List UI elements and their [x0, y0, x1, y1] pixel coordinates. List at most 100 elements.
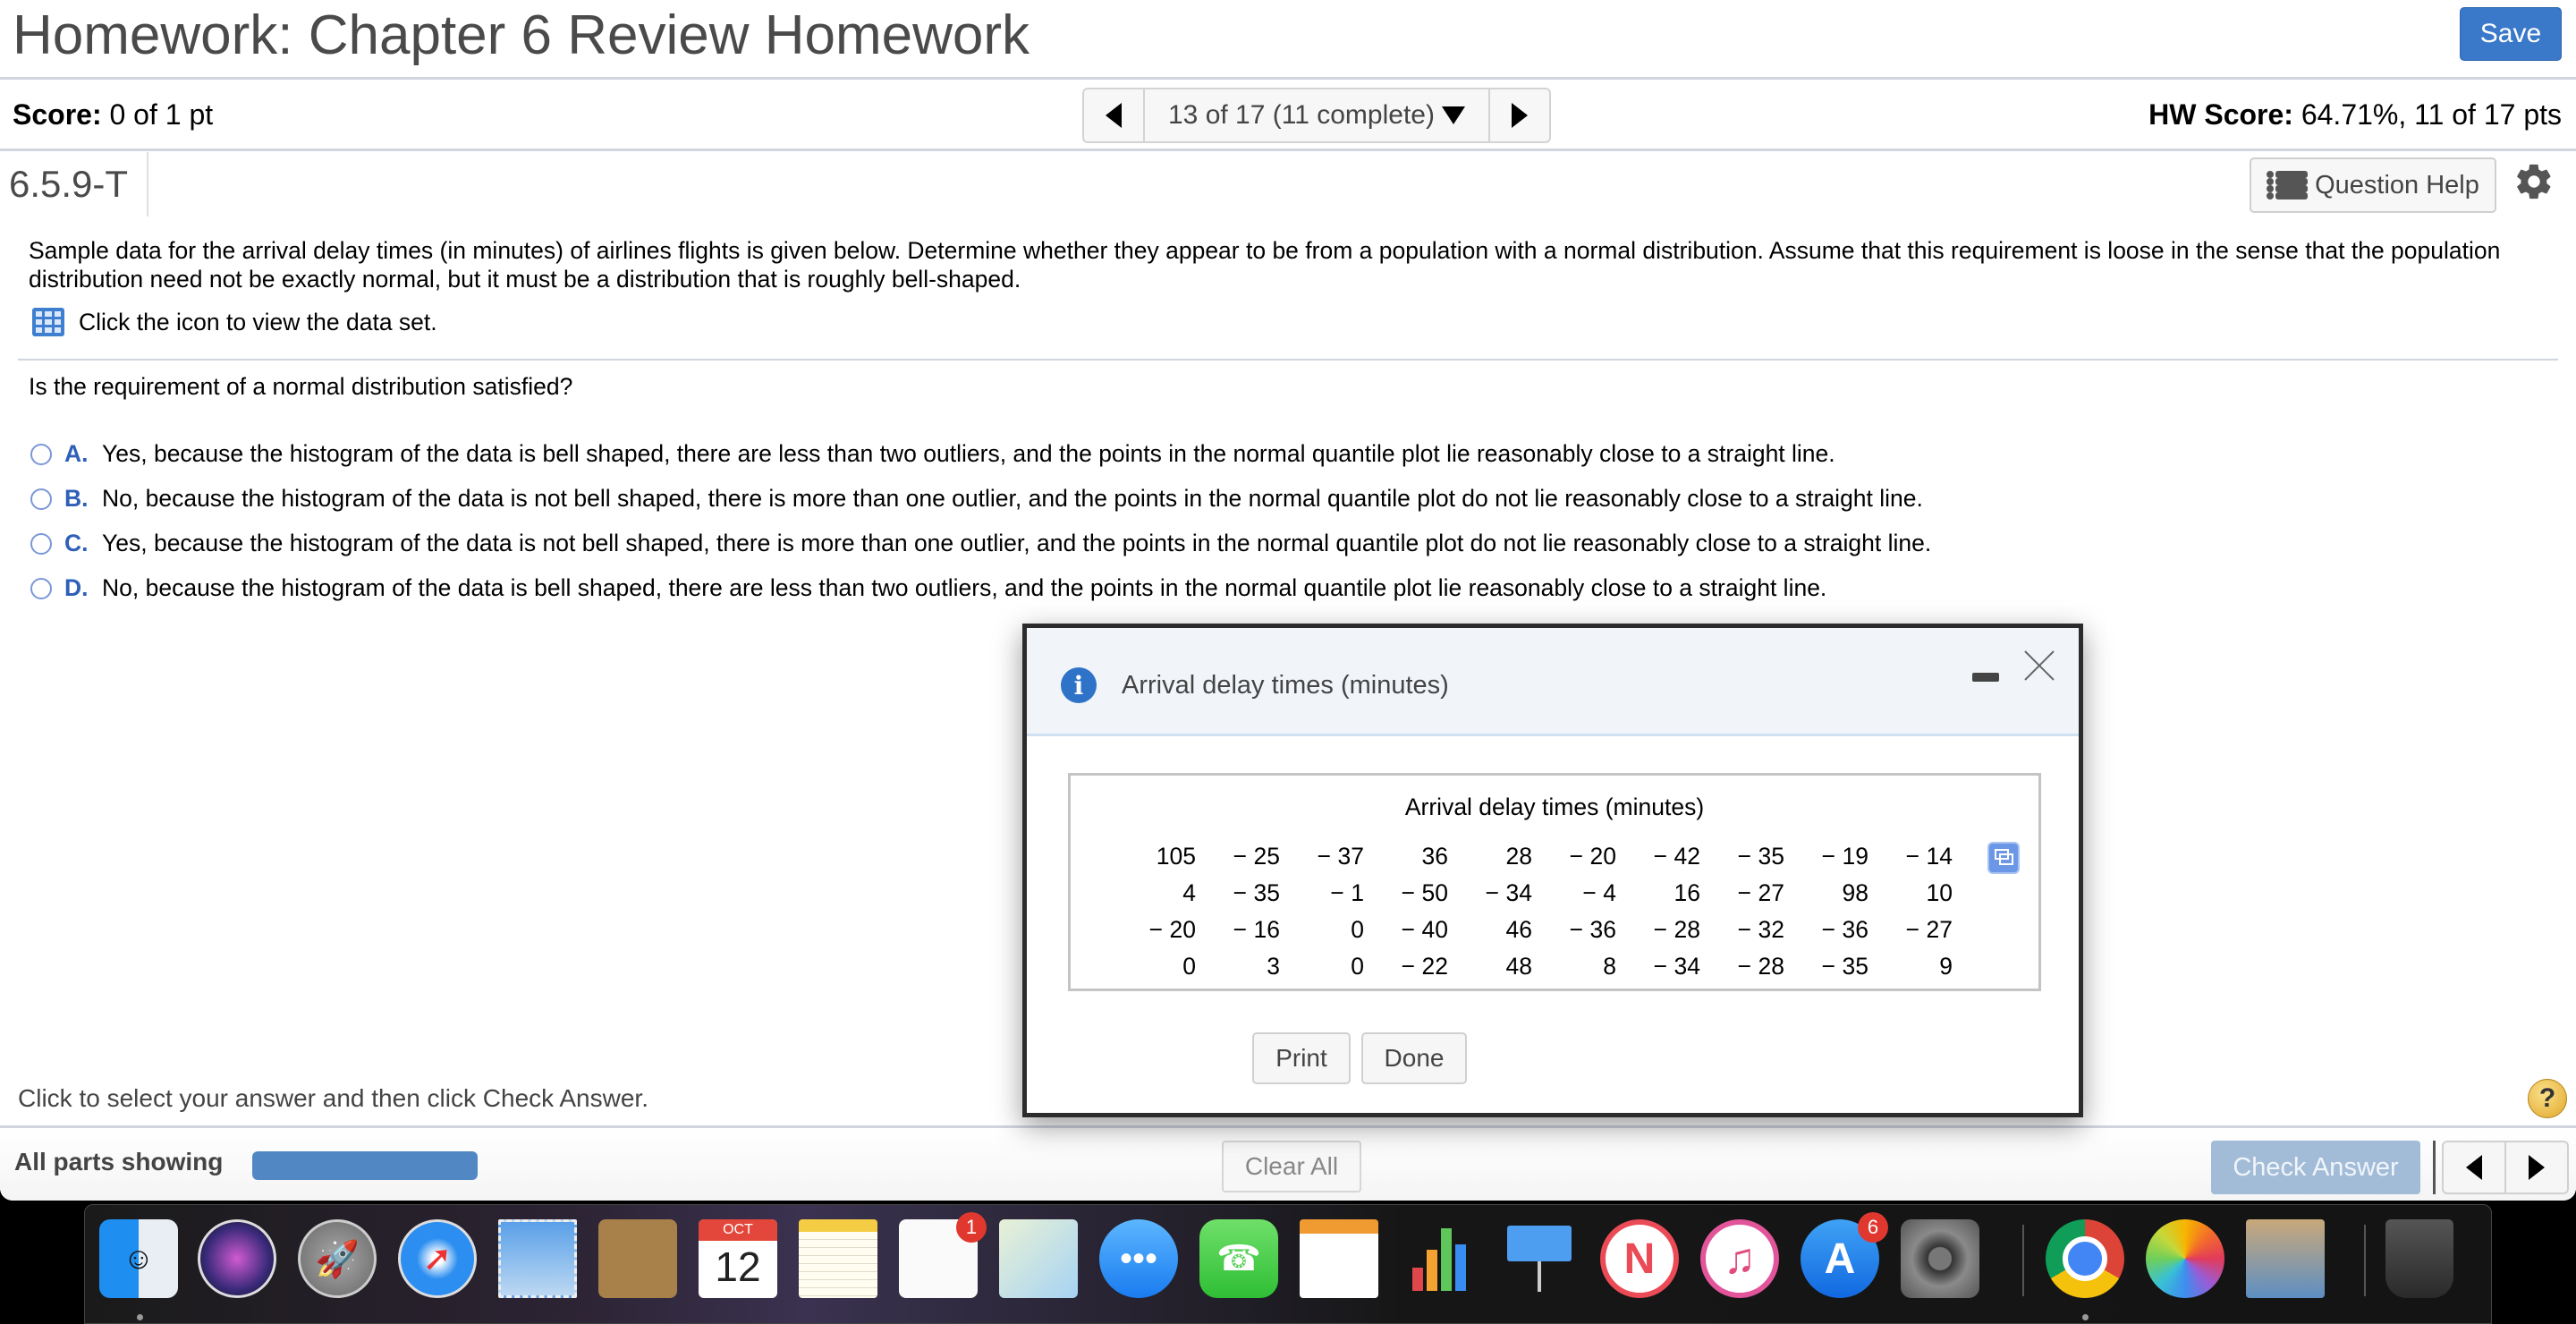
- dialog-header[interactable]: i Arrival delay times (minutes): [1027, 628, 2079, 736]
- dataset-dialog: i Arrival delay times (minutes) Arrival …: [1022, 624, 2083, 1117]
- table-row: 105 − 25 − 37 36 28 − 20 − 42 − 35 − 19 − 14: [1112, 838, 1953, 875]
- calendar-day: 12: [715, 1243, 761, 1290]
- table-cell: 105: [1156, 843, 1196, 870]
- radio-button[interactable]: [30, 488, 52, 510]
- music-icon[interactable]: ♫: [1700, 1219, 1779, 1298]
- score-value: 0 of 1 pt: [101, 98, 214, 131]
- facetime-icon[interactable]: ☎: [1199, 1219, 1278, 1298]
- question-prompt: Is the requirement of a normal distribut…: [29, 373, 573, 400]
- table-row: 4 − 35 − 1 − 50 − 34 − 4 16 − 27 98 10: [1112, 875, 1953, 912]
- table-cell: − 20: [1569, 843, 1616, 870]
- mail-icon[interactable]: [498, 1219, 577, 1298]
- table-cell: − 35: [1821, 953, 1868, 980]
- answer-option-c[interactable]: C. Yes, because the histogram of the dat…: [30, 530, 1931, 557]
- safari-icon[interactable]: ➚: [398, 1219, 477, 1298]
- launchpad-icon[interactable]: 🚀: [298, 1219, 377, 1298]
- table-cell: 0: [1351, 916, 1364, 943]
- dialog-title: Arrival delay times (minutes): [1122, 671, 1449, 700]
- maps-icon[interactable]: [999, 1219, 1078, 1298]
- radio-button[interactable]: [30, 532, 52, 555]
- triangle-left-icon: [2466, 1155, 2482, 1180]
- print-button[interactable]: Print: [1252, 1032, 1351, 1084]
- table-cell: − 4: [1582, 879, 1616, 906]
- keynote-icon[interactable]: [1500, 1219, 1579, 1298]
- divider: [0, 149, 2576, 151]
- question-id: 6.5.9-T: [9, 163, 129, 205]
- parts-showing-label: All parts showing: [14, 1148, 224, 1175]
- table-title: Arrival delay times (minutes): [1404, 794, 1705, 820]
- question-help-button[interactable]: Question Help: [2250, 157, 2496, 213]
- notification-badge: 6: [1858, 1212, 1888, 1243]
- footer-question-nav: [2442, 1141, 2569, 1194]
- radio-button[interactable]: [30, 443, 52, 465]
- radio-button[interactable]: [30, 577, 52, 599]
- save-button[interactable]: Save: [2460, 7, 2562, 61]
- table-grid-icon[interactable]: [32, 308, 64, 336]
- calendar-month: OCT: [699, 1219, 777, 1241]
- question-text: Sample data for the arrival delay times …: [29, 237, 2501, 293]
- table-cell: 0: [1351, 953, 1364, 980]
- triangle-right-icon: [1511, 103, 1528, 128]
- hw-score-value: 64.71%, 11 of 17 pts: [2292, 98, 2562, 131]
- table-cell: − 36: [1569, 916, 1616, 943]
- score-label: Score:: [13, 98, 102, 131]
- option-text: Yes, because the histogram of the data i…: [102, 440, 1835, 467]
- news-icon[interactable]: N: [1600, 1219, 1679, 1298]
- close-icon[interactable]: [2021, 648, 2057, 683]
- contacts-icon[interactable]: [598, 1219, 677, 1298]
- table-cell: − 35: [1233, 879, 1280, 906]
- table-cell: − 40: [1401, 916, 1448, 943]
- notes-icon[interactable]: [799, 1219, 877, 1298]
- copy-to-clipboard-icon[interactable]: [1987, 842, 2020, 874]
- running-indicator: [137, 1314, 143, 1320]
- dock-separator: [2022, 1225, 2024, 1296]
- answer-option-b[interactable]: B. No, because the histogram of the data…: [30, 485, 1923, 513]
- table-cell: − 35: [1737, 843, 1784, 870]
- option-letter: C.: [64, 530, 89, 556]
- view-dataset-link[interactable]: Click the icon to view the data set.: [32, 308, 437, 336]
- answer-option-a[interactable]: A. Yes, because the histogram of the dat…: [30, 440, 1835, 468]
- siri-icon[interactable]: [198, 1219, 276, 1298]
- system-preferences-icon[interactable]: [1901, 1219, 1979, 1298]
- photos-icon[interactable]: [2146, 1219, 2224, 1298]
- chrome-icon[interactable]: [2046, 1219, 2124, 1298]
- question-navigator: 13 of 17 (11 complete): [1082, 88, 1551, 143]
- help-question-icon[interactable]: ?: [2528, 1079, 2567, 1118]
- next-button[interactable]: [2504, 1142, 2567, 1192]
- table-cell: 28: [1505, 843, 1532, 870]
- app-store-icon[interactable]: A6: [1801, 1212, 1888, 1298]
- table-cell: − 34: [1485, 879, 1532, 906]
- previous-question-button[interactable]: [1084, 89, 1143, 141]
- question-select-dropdown[interactable]: 13 of 17 (11 complete): [1143, 89, 1490, 141]
- calendar-icon[interactable]: OCT 12: [699, 1219, 777, 1298]
- next-question-button[interactable]: [1490, 89, 1549, 141]
- table-cell: − 34: [1653, 953, 1700, 980]
- table-cell: 8: [1603, 953, 1616, 980]
- footer-bar: All parts showing Clear All Check Answer: [0, 1125, 2576, 1201]
- progress-fill: [252, 1151, 478, 1180]
- notification-badge: 1: [956, 1212, 987, 1243]
- messages-icon[interactable]: •••: [1099, 1219, 1178, 1298]
- table-cell: 98: [1842, 879, 1868, 906]
- page-title: Homework: Chapter 6 Review Homework: [13, 4, 1030, 66]
- answer-option-d[interactable]: D. No, because the histogram of the data…: [30, 574, 1826, 602]
- hw-score: HW Score: 64.71%, 11 of 17 pts: [2148, 97, 2562, 132]
- clear-all-button[interactable]: Clear All: [1222, 1141, 1361, 1192]
- trash-icon[interactable]: [2385, 1219, 2453, 1298]
- previous-button[interactable]: [2444, 1142, 2504, 1192]
- triangle-left-icon: [1106, 103, 1122, 128]
- pages-icon[interactable]: [1300, 1219, 1378, 1298]
- numbers-icon[interactable]: [1400, 1219, 1479, 1298]
- table-cell: − 32: [1737, 916, 1784, 943]
- dock-separator: [2364, 1225, 2366, 1296]
- table-cell: − 1: [1330, 879, 1364, 906]
- reminders-icon[interactable]: 1: [899, 1212, 987, 1298]
- check-answer-button[interactable]: Check Answer: [2211, 1141, 2420, 1194]
- table-cell: 48: [1505, 953, 1532, 980]
- done-button[interactable]: Done: [1361, 1032, 1467, 1084]
- preview-icon[interactable]: [2246, 1219, 2325, 1298]
- gear-icon[interactable]: [2513, 161, 2555, 202]
- table-cell: − 36: [1821, 916, 1868, 943]
- minimize-icon[interactable]: [1972, 673, 1999, 682]
- finder-icon[interactable]: ☺: [99, 1219, 178, 1298]
